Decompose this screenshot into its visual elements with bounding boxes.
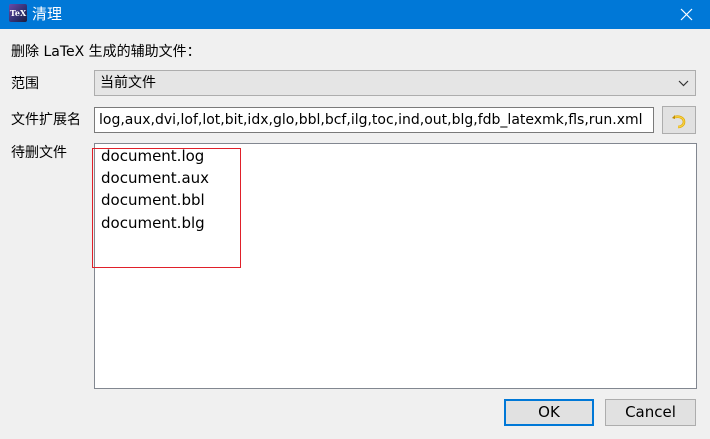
extensions-input[interactable]: log,aux,dvi,lof,lot,bit,idx,glo,bbl,bcf,… [94,107,654,133]
texstudio-app-icon: TeX [9,4,27,22]
ok-button[interactable]: OK [504,399,594,426]
dialog-description: 删除 LaTeX 生成的辅助文件： [11,44,201,60]
extensions-label: 文件扩展名 [11,112,81,128]
scope-select[interactable]: 当前文件 [94,70,696,96]
highlight-box [92,148,241,268]
scope-label: 范围 [11,76,39,92]
chevron-down-icon [678,80,689,87]
window-title: 清理 [32,5,63,23]
title-bar: TeX 清理 [0,0,710,29]
undo-icon [672,115,686,129]
close-button[interactable] [664,0,710,29]
files-label: 待删文件 [11,145,67,161]
reset-extensions-button[interactable] [662,106,696,134]
scope-select-value: 当前文件 [100,75,156,91]
cancel-button[interactable]: Cancel [605,399,696,426]
close-icon [680,8,693,21]
